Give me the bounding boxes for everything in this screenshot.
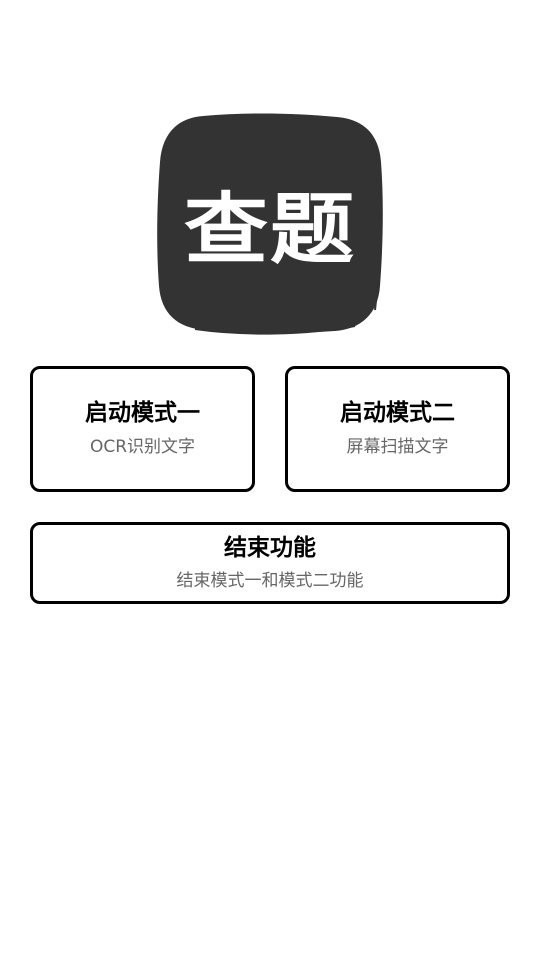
mode-two-subtitle: 屏幕扫描文字 (346, 437, 449, 457)
mode-one-title: 启动模式一 (85, 400, 200, 426)
logo-title: 查题 (183, 183, 356, 275)
end-function-subtitle: 结束模式一和模式二功能 (176, 571, 364, 591)
app-logo: 查题 (155, 110, 385, 336)
start-mode-one-button[interactable]: 启动模式一 OCR识别文字 (30, 366, 255, 492)
start-mode-two-button[interactable]: 启动模式二 屏幕扫描文字 (285, 366, 510, 492)
end-function-button[interactable]: 结束功能 结束模式一和模式二功能 (30, 522, 510, 604)
end-function-title: 结束功能 (224, 535, 316, 561)
mode-two-title: 启动模式二 (340, 400, 455, 426)
mode-one-subtitle: OCR识别文字 (89, 437, 196, 457)
